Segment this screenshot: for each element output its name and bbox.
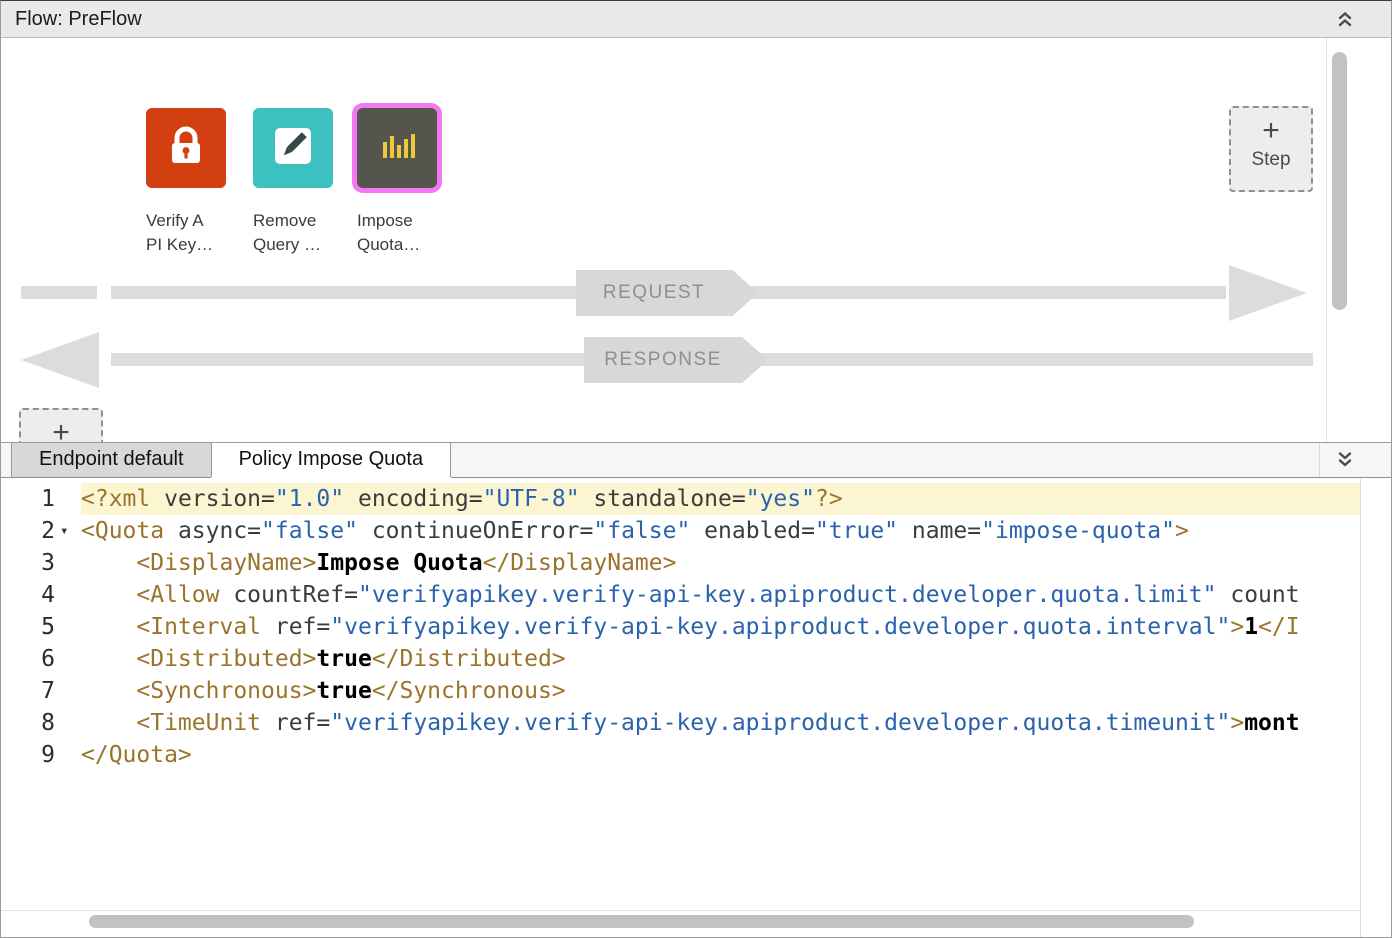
fold-spacer <box>55 675 81 707</box>
line-number: 2 <box>1 515 55 547</box>
add-step-button-request[interactable]: + Step <box>1229 106 1313 192</box>
line-number: 7 <box>1 675 55 707</box>
fold-spacer <box>55 483 81 515</box>
fold-spacer <box>55 547 81 579</box>
code-line[interactable]: 5 <Interval ref="verifyapikey.verify-api… <box>1 611 1360 643</box>
line-number-gutter: 6 <box>1 643 81 675</box>
line-number-gutter: 2▾ <box>1 515 81 547</box>
code-text[interactable]: <Quota async="false" continueOnError="fa… <box>81 515 1360 547</box>
fold-spacer <box>55 643 81 675</box>
verify-api-key-policy-icon[interactable] <box>146 108 226 188</box>
line-number-gutter: 1 <box>1 483 81 515</box>
policy-step-label: Impose Quota… <box>357 209 477 257</box>
request-flow-line <box>21 286 97 299</box>
lock-icon <box>162 122 210 175</box>
code-text[interactable]: <Distributed>true</Distributed> <box>81 643 1360 675</box>
code-line[interactable]: 8 <TimeUnit ref="verifyapikey.verify-api… <box>1 707 1360 739</box>
collapse-editor-panel-button[interactable] <box>1333 447 1357 473</box>
line-number-gutter: 9 <box>1 739 81 771</box>
request-arrowhead-icon <box>1229 265 1307 321</box>
line-number: 1 <box>1 483 55 515</box>
code-text[interactable]: <Allow countRef="verifyapikey.verify-api… <box>81 579 1360 611</box>
tab-endpoint-default[interactable]: Endpoint default <box>11 443 212 477</box>
code-text[interactable]: <DisplayName>Impose Quota</DisplayName> <box>81 547 1360 579</box>
api-proxy-editor-window: Flow: PreFlow <box>0 0 1392 938</box>
line-number: 5 <box>1 611 55 643</box>
flow-panel-header: Flow: PreFlow <box>1 1 1391 38</box>
add-step-button-response[interactable]: + Step <box>19 408 103 442</box>
policy-step-label: Verify A PI Key… <box>146 209 266 257</box>
impose-quota-policy-icon[interactable] <box>357 108 437 188</box>
response-label-badge: RESPONSE <box>584 337 768 383</box>
request-label-badge: REQUEST <box>576 270 758 316</box>
xml-code-editor[interactable]: 1 <?xml version="1.0" encoding="UTF-8" st… <box>1 479 1391 937</box>
line-number: 9 <box>1 739 55 771</box>
tab-policy-impose-quota[interactable]: Policy Impose Quota <box>211 443 452 477</box>
quota-bars-icon <box>373 122 421 175</box>
policy-step-remove-query[interactable]: Remove Query … <box>253 108 373 257</box>
line-number: 8 <box>1 707 55 739</box>
chevron-double-down-icon <box>1335 457 1355 472</box>
line-number-gutter: 4 <box>1 579 81 611</box>
flow-scrollbar-track <box>1326 38 1327 442</box>
fold-spacer <box>55 739 81 771</box>
line-number-gutter: 8 <box>1 707 81 739</box>
line-number-gutter: 5 <box>1 611 81 643</box>
editor-tab-bar: Endpoint default Policy Impose Quota <box>1 442 1391 478</box>
flow-scrollbar-thumb[interactable] <box>1332 52 1347 310</box>
code-lines[interactable]: 1 <?xml version="1.0" encoding="UTF-8" st… <box>1 483 1360 771</box>
code-text[interactable]: <TimeUnit ref="verifyapikey.verify-api-k… <box>81 707 1360 739</box>
fold-spacer <box>55 611 81 643</box>
code-line[interactable]: 2▾<Quota async="false" continueOnError="… <box>1 515 1360 547</box>
fold-spacer <box>55 579 81 611</box>
policy-step-verify-api-key[interactable]: Verify A PI Key… <box>146 108 266 257</box>
code-line[interactable]: 4 <Allow countRef="verifyapikey.verify-a… <box>1 579 1360 611</box>
chevron-double-up-icon <box>1335 17 1355 32</box>
code-line[interactable]: 9 </Quota> <box>1 739 1360 771</box>
code-text[interactable]: <?xml version="1.0" encoding="UTF-8" sta… <box>81 483 1360 515</box>
code-text[interactable]: <Synchronous>true</Synchronous> <box>81 675 1360 707</box>
code-line[interactable]: 1 <?xml version="1.0" encoding="UTF-8" st… <box>1 483 1360 515</box>
tab-bar-right-controls <box>1319 443 1391 477</box>
horizontal-scrollbar-thumb[interactable] <box>89 915 1194 928</box>
code-line[interactable]: 7 <Synchronous>true</Synchronous> <box>1 675 1360 707</box>
plus-icon: + <box>1231 114 1311 148</box>
vertical-scrollbar-track[interactable] <box>1360 479 1391 937</box>
line-number: 3 <box>1 547 55 579</box>
flow-canvas: Verify A PI Key… Remove Quer <box>1 38 1391 442</box>
line-number-gutter: 7 <box>1 675 81 707</box>
fold-spacer <box>55 707 81 739</box>
plus-icon: + <box>21 416 101 442</box>
horizontal-scrollbar-track[interactable] <box>1 910 1360 929</box>
line-number-gutter: 3 <box>1 547 81 579</box>
response-arrowhead-icon <box>21 332 99 388</box>
code-line[interactable]: 3 <DisplayName>Impose Quota</DisplayName… <box>1 547 1360 579</box>
remove-query-policy-icon[interactable] <box>253 108 333 188</box>
code-line[interactable]: 6 <Distributed>true</Distributed> <box>1 643 1360 675</box>
code-text[interactable]: </Quota> <box>81 739 1360 771</box>
pencil-icon <box>269 122 317 175</box>
policy-step-impose-quota[interactable]: Impose Quota… <box>357 108 477 257</box>
policy-step-label: Remove Query … <box>253 209 373 257</box>
collapse-flow-panel-button[interactable] <box>1333 7 1357 33</box>
line-number: 6 <box>1 643 55 675</box>
code-text[interactable]: <Interval ref="verifyapikey.verify-api-k… <box>81 611 1360 643</box>
line-number: 4 <box>1 579 55 611</box>
flow-title: Flow: PreFlow <box>15 8 142 31</box>
fold-icon[interactable]: ▾ <box>55 515 81 547</box>
